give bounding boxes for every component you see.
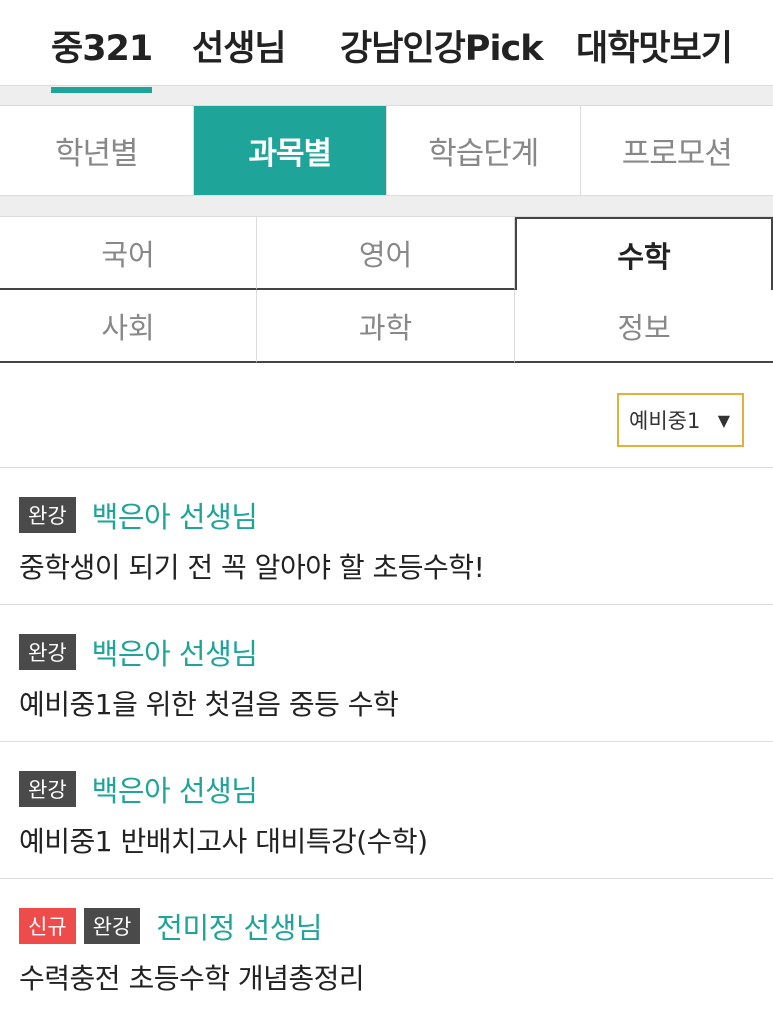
top-tab-bar: 중321 선생님 강남인강Pick 대학맛보기 <box>0 0 773 86</box>
list-item[interactable]: 완강 백은아 선생님 예비중1을 위한 첫걸음 중등 수학 <box>0 605 773 742</box>
separator-band <box>0 196 773 216</box>
grade-select[interactable]: 예비중1 ▼ <box>617 393 744 447</box>
tab-by-level[interactable]: 학습단계 <box>387 106 581 195</box>
teacher-name[interactable]: 백은아 선생님 <box>92 494 258 536</box>
teacher-name[interactable]: 백은아 선생님 <box>92 768 258 810</box>
list-item[interactable]: 신규 완강 전미정 선생님 수력충전 초등수학 개념총정리 <box>0 879 773 1016</box>
category-tab-bar: 학년별 과목별 학습단계 프로모션 <box>0 106 773 196</box>
tab-gangnam-pick[interactable]: 강남인강Pick <box>340 20 542 71</box>
tab-by-subject[interactable]: 과목별 <box>194 106 388 195</box>
teacher-name[interactable]: 전미정 선생님 <box>156 905 322 947</box>
subject-science[interactable]: 과학 <box>257 290 515 363</box>
subject-info[interactable]: 정보 <box>515 290 773 363</box>
tab-jung321[interactable]: 중321 <box>51 20 152 71</box>
subject-english[interactable]: 영어 <box>257 217 515 290</box>
subject-korean[interactable]: 국어 <box>0 217 257 290</box>
tab-university-preview[interactable]: 대학맛보기 <box>576 20 732 71</box>
completed-badge: 완강 <box>19 497 76 533</box>
course-title[interactable]: 중학생이 되기 전 꼭 알아야 할 초등수학! <box>19 546 773 586</box>
new-badge: 신규 <box>19 908 76 944</box>
caret-down-icon: ▼ <box>718 411 730 430</box>
tab-by-grade[interactable]: 학년별 <box>0 106 194 195</box>
subject-social[interactable]: 사회 <box>0 290 257 363</box>
course-title[interactable]: 수력충전 초등수학 개념총정리 <box>19 957 773 997</box>
course-title[interactable]: 예비중1을 위한 첫걸음 중등 수학 <box>19 683 773 723</box>
filter-row: 예비중1 ▼ <box>0 363 773 468</box>
completed-badge: 완강 <box>84 908 141 944</box>
tab-teachers[interactable]: 선생님 <box>192 20 286 71</box>
grade-select-value: 예비중1 <box>629 405 700 435</box>
completed-badge: 완강 <box>19 634 76 670</box>
subject-math[interactable]: 수학 <box>515 217 773 290</box>
course-list: 완강 백은아 선생님 중학생이 되기 전 꼭 알아야 할 초등수학! 완강 백은… <box>0 468 773 1016</box>
subject-grid: 국어 영어 수학 사회 과학 정보 <box>0 216 773 363</box>
course-title[interactable]: 예비중1 반배치고사 대비특강(수학) <box>19 820 773 860</box>
list-item[interactable]: 완강 백은아 선생님 중학생이 되기 전 꼭 알아야 할 초등수학! <box>0 468 773 605</box>
list-item[interactable]: 완강 백은아 선생님 예비중1 반배치고사 대비특강(수학) <box>0 742 773 879</box>
completed-badge: 완강 <box>19 771 76 807</box>
tab-promotion[interactable]: 프로모션 <box>581 106 773 195</box>
teacher-name[interactable]: 백은아 선생님 <box>92 631 258 673</box>
